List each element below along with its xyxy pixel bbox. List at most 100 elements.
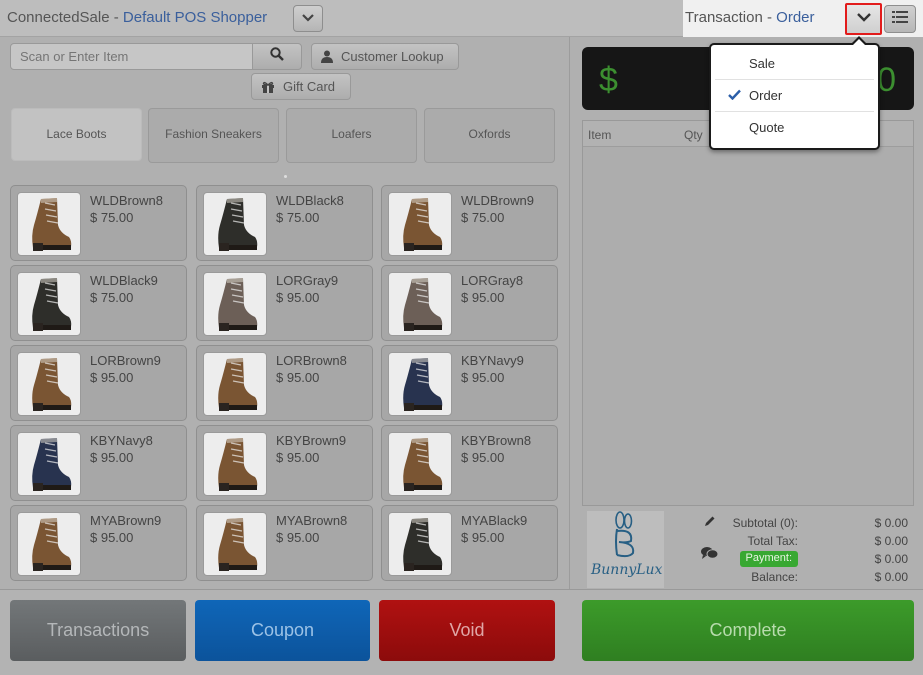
payment-button[interactable]: Payment: [739,551,798,567]
product-card[interactable]: MYABrown9 $ 95.00 [10,505,187,581]
product-price: $ 95.00 [461,370,505,385]
product-card[interactable]: WLDBlack8 $ 75.00 [196,185,373,261]
product-name: MYABrown9 [90,513,162,528]
category-label: Loafers [331,127,372,141]
category-page-indicator [284,175,287,178]
product-price: $ 95.00 [461,530,505,545]
transaction-type-menu: Sale Order Quote [709,36,880,150]
product-card[interactable]: LORGray8 $ 95.00 [381,265,558,341]
transaction-type-dropdown-button[interactable] [845,3,882,35]
menu-item-quote[interactable]: Quote [715,111,874,142]
search-button[interactable] [252,43,302,70]
category-tab-oxfords[interactable]: Oxfords [424,108,555,163]
tax-row: Total Tax: $ 0.00 [694,534,908,550]
product-name: WLDBrown8 [90,193,163,208]
product-card[interactable]: MYABlack9 $ 95.00 [381,505,558,581]
product-price: $ 75.00 [461,210,505,225]
total-currency: $ [599,61,618,99]
payment-value: $ 0.00 [874,552,908,566]
menu-item-order[interactable]: Order [715,79,874,110]
balance-label: Balance: [751,570,798,584]
boot-image [218,358,258,411]
product-price: $ 95.00 [90,450,134,465]
product-price: $ 95.00 [276,290,320,305]
column-header-qty: Qty [684,128,703,142]
product-card[interactable]: KBYBrown8 $ 95.00 [381,425,558,501]
tax-value: $ 0.00 [874,534,908,548]
pos-app: ConnectedSale - Default POS Shopper Tran… [0,0,923,675]
customer-lookup-button[interactable]: Customer Lookup [311,43,459,70]
product-name: WLDBlack8 [276,193,344,208]
product-card[interactable]: WLDBlack9 $ 75.00 [10,265,187,341]
product-image [17,352,81,416]
list-menu-icon [892,10,908,28]
transaction-label: Transaction - Order [685,9,815,26]
boot-image [403,198,443,251]
void-button[interactable]: Void [379,600,555,661]
category-tab-fashion-sneakers[interactable]: Fashion Sneakers [148,108,279,163]
product-price: $ 95.00 [276,450,320,465]
brand-name: ConnectedSale - [7,9,119,26]
category-tab-lace-boots[interactable]: Lace Boots [11,108,142,161]
action-bar: Transactions Coupon Void Complete [0,589,923,675]
balance-row: Balance: $ 0.00 [694,570,908,586]
product-image [388,352,452,416]
product-name: WLDBlack9 [90,273,158,288]
top-bar: ConnectedSale - Default POS Shopper Tran… [0,0,923,37]
customer-lookup-label: Customer Lookup [341,49,444,64]
order-summary: BunnyLux Subtotal (0): $ 0.00 Total Tax:… [582,506,914,588]
complete-button[interactable]: Complete [582,600,914,661]
boot-image [403,358,443,411]
gift-card-label: Gift Card [283,79,336,94]
product-name: KBYBrown8 [461,433,532,448]
product-card[interactable]: WLDBrown8 $ 75.00 [10,185,187,261]
category-label: Oxfords [468,127,511,141]
category-label: Lace Boots [46,127,107,141]
product-card[interactable]: WLDBrown9 $ 75.00 [381,185,558,261]
coupon-button[interactable]: Coupon [195,600,370,661]
product-name: LORBrown9 [90,353,161,368]
product-name: MYABrown8 [276,513,348,528]
product-name: MYABlack9 [461,513,528,528]
product-name: LORGray8 [461,273,524,288]
search-icon [270,47,284,66]
product-card[interactable]: KBYBrown9 $ 95.00 [196,425,373,501]
tax-label: Total Tax: [747,534,798,548]
category-tab-loafers[interactable]: Loafers [286,108,417,163]
product-card[interactable]: LORGray9 $ 95.00 [196,265,373,341]
product-image [17,272,81,336]
product-card[interactable]: MYABrown8 $ 95.00 [196,505,373,581]
product-name: LORGray9 [276,273,339,288]
menu-item-label: Order [749,87,783,103]
product-price: $ 95.00 [461,450,505,465]
main-menu-button[interactable] [884,5,916,33]
product-card[interactable]: KBYNavy8 $ 95.00 [10,425,187,501]
product-card[interactable]: LORBrown8 $ 95.00 [196,345,373,421]
subtotal-label: Subtotal (0): [732,516,798,530]
boot-image [218,518,258,571]
transactions-button[interactable]: Transactions [10,600,186,661]
menu-item-sale[interactable]: Sale [715,48,874,79]
product-card[interactable]: KBYNavy9 $ 95.00 [381,345,558,421]
chevron-down-icon [301,10,315,28]
product-image [388,512,452,576]
gift-card-button[interactable]: Gift Card [251,73,351,100]
menu-item-label: Quote [749,119,785,135]
product-card[interactable]: LORBrown9 $ 95.00 [10,345,187,421]
boot-image [403,518,443,571]
item-search-input[interactable] [10,43,254,70]
product-price: $ 95.00 [90,370,134,385]
product-price: $ 95.00 [461,290,505,305]
product-image [388,432,452,496]
product-image [203,512,267,576]
product-image [203,272,267,336]
product-name: KBYBrown9 [276,433,347,448]
product-price: $ 95.00 [276,370,320,385]
store-dropdown-button[interactable] [293,5,323,32]
transaction-type-value[interactable]: Order [776,9,814,26]
subtotal-row: Subtotal (0): $ 0.00 [694,516,908,532]
store-name[interactable]: Default POS Shopper [123,9,267,26]
app-title: ConnectedSale - Default POS Shopper [7,9,267,26]
payment-row: Payment: $ 0.00 [694,551,908,568]
product-name: LORBrown8 [276,353,347,368]
